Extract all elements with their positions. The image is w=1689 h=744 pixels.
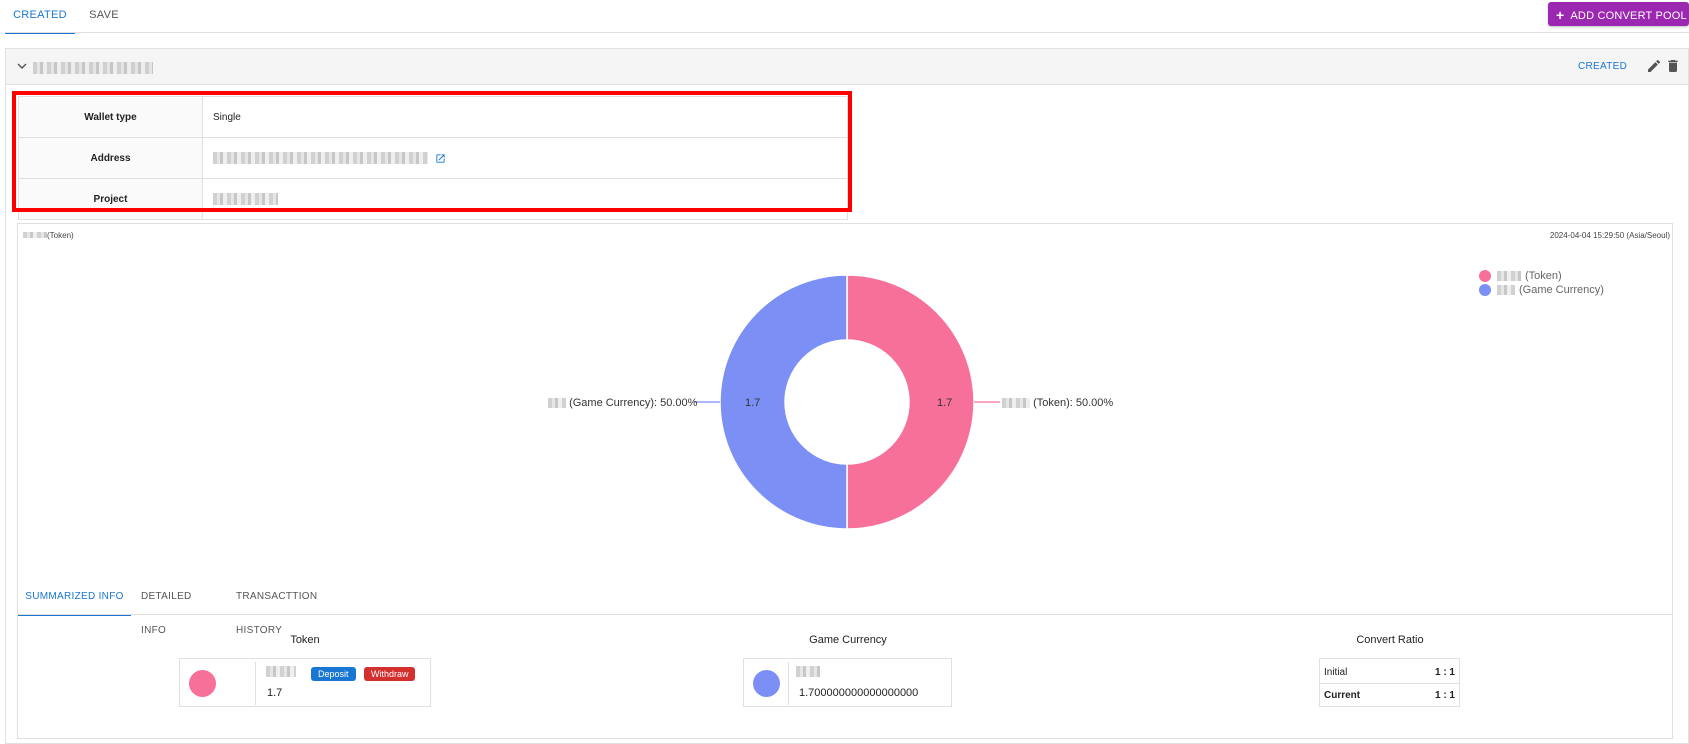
game-name-redacted [796, 666, 820, 677]
convert-ratio-panel: Initial 1 : 1 Current 1 : 1 [1319, 658, 1460, 707]
game-color-circle [753, 670, 780, 697]
slice-label-game: (Game Currency): 50.00% [548, 397, 697, 409]
ratio-current-label: Current [1324, 689, 1361, 701]
game-currency-title: Game Currency [809, 634, 887, 646]
token-panel-divider [255, 662, 256, 705]
slice-value-token: 1.7 [937, 397, 953, 409]
game-currency-amount: 1.700000000000000000 [799, 687, 919, 699]
token-actions: Deposit Withdraw [311, 664, 416, 682]
token-amount: 1.7 [267, 687, 283, 699]
game-currency-panel: 1.700000000000000000 [743, 658, 952, 707]
slice-label-game-redacted [548, 398, 566, 409]
token-color-circle [189, 670, 216, 697]
slice-label-token-redacted [1002, 398, 1030, 409]
convert-ratio-title: Convert Ratio [1356, 634, 1424, 646]
ratio-initial-row: Initial 1 : 1 [1320, 661, 1459, 684]
token-name-redacted [266, 666, 296, 677]
token-title: Token [290, 634, 320, 646]
ratio-initial-value: 1 : 1 [1405, 661, 1459, 684]
legend-token-text: (Token) [1525, 270, 1562, 282]
sub-tabs-divider [18, 614, 1673, 615]
legend-dot-game [1479, 284, 1491, 297]
convert-ratio-table: Initial 1 : 1 Current 1 : 1 [1320, 661, 1459, 706]
ratio-initial-label: Initial [1320, 661, 1406, 684]
slice-label-token-text: (Token): 50.00% [1033, 397, 1114, 409]
token-panel: Deposit Withdraw 1.7 [179, 658, 431, 707]
ratio-current-row: Current 1 : 1 [1320, 684, 1459, 707]
legend-game-redacted [1497, 285, 1515, 296]
tab-detailed-info[interactable]: DETAILED INFO [141, 580, 215, 636]
donut-slice-game[interactable] [719, 274, 848, 530]
game-panel-divider [788, 662, 789, 705]
deposit-button[interactable]: Deposit [311, 667, 356, 681]
legend-game-text: (Game Currency) [1519, 284, 1604, 296]
tab-transaction-history[interactable]: TRANSACTTION HISTORY [236, 580, 366, 636]
slice-value-game: 1.7 [745, 397, 761, 409]
withdraw-button[interactable]: Withdraw [363, 667, 416, 681]
tab-summarized-info[interactable]: SUMMARIZED INFO [18, 580, 131, 616]
slice-label-game-text: (Game Currency): 50.00% [569, 397, 698, 409]
donut-slice-token[interactable] [846, 274, 975, 530]
slice-label-token: (Token): 50.00% [1002, 397, 1113, 409]
legend-item-token[interactable]: (Token) [1479, 270, 1562, 283]
legend-item-game[interactable]: (Game Currency) [1479, 284, 1604, 297]
legend-token-redacted [1497, 271, 1521, 282]
legend-dot-token [1479, 270, 1491, 283]
ratio-current-value: 1 : 1 [1434, 689, 1455, 701]
